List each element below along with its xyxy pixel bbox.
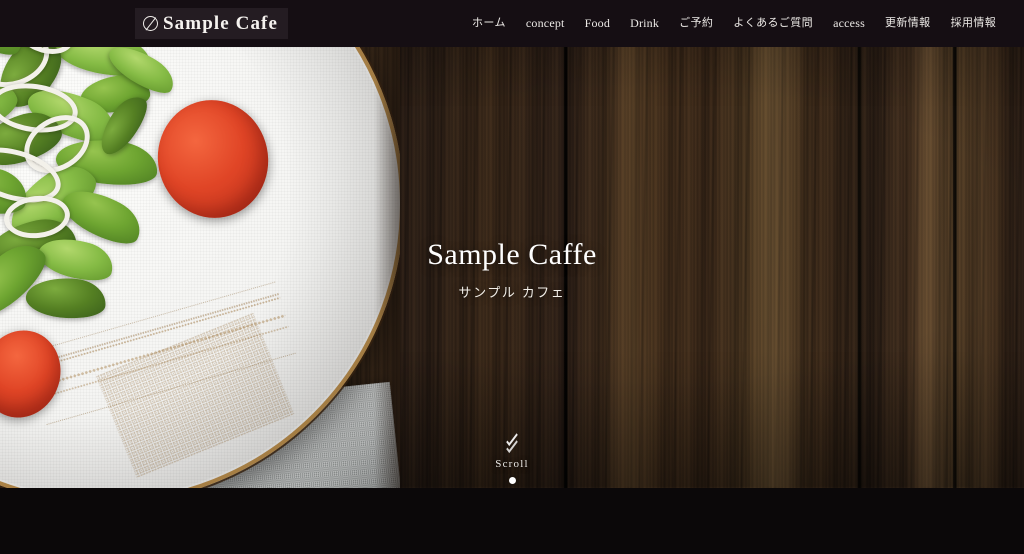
food-photo-edge: [374, 0, 400, 488]
chevron-double-down-icon: [0, 430, 1024, 454]
primary-navigation: ホーム concept Food Drink ご予約 よくあるご質問 acces…: [462, 0, 1006, 47]
nav-item-reserve[interactable]: ご予約: [669, 0, 723, 47]
below-fold-area: [0, 488, 1024, 554]
nav-item-home[interactable]: ホーム: [462, 0, 516, 47]
nav-item-food[interactable]: Food: [575, 0, 620, 47]
hero-section: Sample Caffe サンプル カフェ Scroll: [0, 0, 1024, 488]
slider-dot-active[interactable]: [508, 477, 516, 484]
site-header: Sample Cafe ホーム concept Food Drink ご予約 よ…: [0, 0, 1024, 47]
nav-item-recruit[interactable]: 採用情報: [941, 0, 1007, 47]
logo-text: Sample Cafe: [163, 12, 279, 34]
nav-item-faq[interactable]: よくあるご質問: [723, 0, 823, 47]
page-root: Sample Caffe サンプル カフェ Scroll Sample Cafe…: [0, 0, 1024, 554]
site-logo[interactable]: Sample Cafe: [135, 8, 289, 39]
circle-slash-icon: [143, 16, 158, 31]
nav-item-news[interactable]: 更新情報: [875, 0, 941, 47]
hero-food-photo: [0, 0, 400, 488]
scroll-cue[interactable]: Scroll: [0, 430, 1024, 470]
scroll-label: Scroll: [495, 458, 529, 470]
nav-item-access[interactable]: access: [823, 0, 875, 47]
nav-item-concept[interactable]: concept: [516, 0, 575, 47]
nav-item-drink[interactable]: Drink: [620, 0, 669, 47]
slider-pagination[interactable]: [0, 471, 1024, 488]
